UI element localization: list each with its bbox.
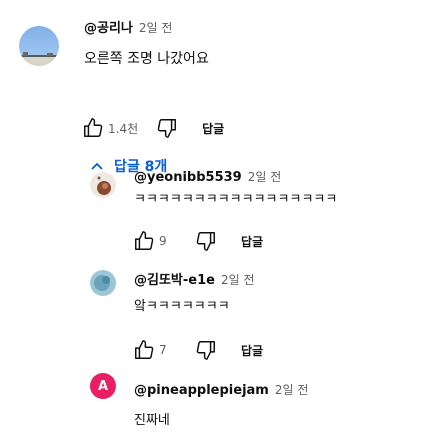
dislike-button[interactable]: [193, 337, 219, 363]
reply-text: 앜ㅋㅋㅋㅋㅋㅋㅋ: [134, 299, 230, 314]
reply-actions: 7 답글: [131, 337, 263, 363]
like-count: 9: [159, 234, 167, 248]
reply-author[interactable]: @yeonibb5539: [134, 170, 242, 185]
reply-item: A @pineapplepiejam 2일 전 진짜네: [0, 373, 425, 441]
photo-avatar-icon: [90, 270, 116, 296]
like-button[interactable]: [80, 115, 106, 141]
reply-header: @yeonibb5539 2일 전: [134, 166, 281, 185]
avatar[interactable]: [19, 26, 59, 66]
thumbs-down-icon: [196, 341, 215, 360]
reply-text: 진짜네: [134, 413, 170, 428]
reply-text: ㅋㅋㅋㅋㅋㅋㅋㅋㅋㅋㅋㅋㅋㅋㅋㅋㅋ: [134, 192, 338, 207]
avatar[interactable]: A: [90, 373, 116, 399]
reply-time[interactable]: 2일 전: [248, 170, 282, 184]
like-count: 1.4천: [108, 121, 139, 136]
reply-button[interactable]: 답글: [241, 342, 263, 359]
reply-item: @yeonibb5539 2일 전 ㅋㅋㅋㅋㅋㅋㅋㅋㅋㅋㅋㅋㅋㅋㅋㅋㅋ 9 답글: [0, 170, 425, 260]
reply-item: @김또박-e1e 2일 전 앜ㅋㅋㅋㅋㅋㅋㅋ 7 답글: [0, 270, 425, 360]
comment-header: @공리나 2일 전: [84, 17, 172, 36]
comment-actions: 1.4천 답글: [80, 115, 224, 141]
avatar[interactable]: [90, 270, 116, 296]
avatar[interactable]: [90, 172, 116, 198]
reply-button[interactable]: 답글: [241, 233, 263, 250]
comment-time[interactable]: 2일 전: [139, 21, 173, 35]
thumbs-down-icon: [157, 119, 177, 138]
sky-landscape-avatar-icon: [19, 26, 59, 66]
comment-top: @공리나 2일 전 오른쪽 조명 나갔어요 1.4천 답글: [0, 0, 425, 150]
comment-author[interactable]: @공리나: [84, 21, 133, 36]
reply-actions: 9 답글: [131, 228, 263, 254]
reply-time[interactable]: 2일 전: [275, 383, 309, 397]
thumbs-up-icon: [84, 118, 103, 137]
like-button[interactable]: [131, 337, 157, 363]
thumbs-down-icon: [196, 232, 215, 251]
reply-header: @김또박-e1e 2일 전: [134, 269, 255, 288]
photo-avatar-icon: [90, 172, 116, 198]
thumbs-up-icon: [135, 340, 154, 359]
reply-header: @pineapplepiejam 2일 전: [134, 379, 308, 398]
dislike-button[interactable]: [193, 228, 219, 254]
comment-text: 오른쪽 조명 나갔어요: [84, 51, 209, 67]
reply-button[interactable]: 답글: [202, 120, 224, 137]
chevron-up-icon: [91, 162, 103, 170]
avatar-letter: A: [97, 378, 109, 394]
reply-time[interactable]: 2일 전: [221, 273, 255, 287]
like-button[interactable]: [131, 228, 157, 254]
thumbs-up-icon: [135, 231, 154, 250]
dislike-button[interactable]: [154, 115, 180, 141]
reply-author[interactable]: @김또박-e1e: [134, 273, 215, 288]
reply-author[interactable]: @pineapplepiejam: [134, 383, 269, 398]
like-count: 7: [159, 343, 167, 357]
